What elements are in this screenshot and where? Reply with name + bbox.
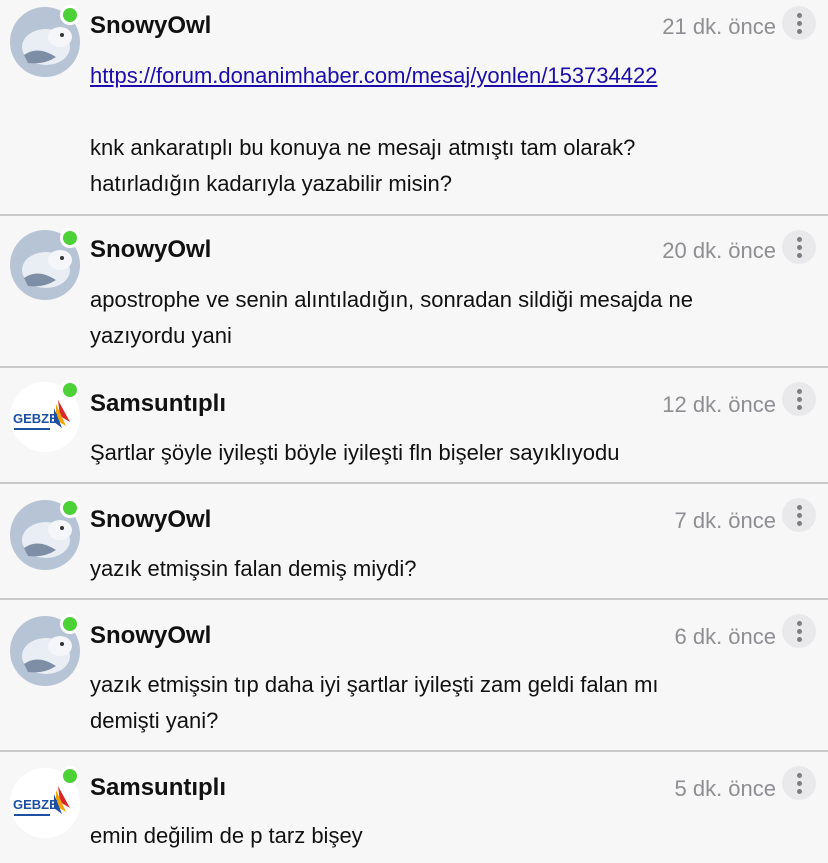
- post-item: SnowyOwl 20 dk. önce apostrophe ve senin…: [0, 216, 828, 368]
- post-content: Şartlar şöyle iyileşti böyle iyileşti fl…: [90, 435, 808, 471]
- user-avatar[interactable]: [10, 498, 80, 570]
- content-line: emin değilim de p tarz bişey: [90, 823, 363, 848]
- post-time: 7 dk. önce: [674, 508, 776, 533]
- content-line: yazıyordu yani: [90, 323, 232, 348]
- post-time: 21 dk. önce: [662, 14, 776, 39]
- username[interactable]: Samsuntıplı: [90, 390, 226, 418]
- username[interactable]: SnowyOwl: [90, 506, 211, 534]
- content-line: knk ankaratıplı bu konuya ne mesajı atmı…: [90, 135, 636, 160]
- post-time: 20 dk. önce: [662, 238, 776, 263]
- more-options-icon: [796, 772, 802, 778]
- post-content: https://forum.donanimhaber.com/mesaj/yon…: [90, 58, 808, 202]
- username[interactable]: SnowyOwl: [90, 12, 211, 40]
- post-item: SnowyOwl 6 dk. önce yazık etmişsin tıp d…: [0, 600, 828, 752]
- online-status-dot: [60, 498, 80, 518]
- content-line: Şartlar şöyle iyileşti böyle iyileşti fl…: [90, 440, 620, 465]
- post-time: 5 dk. önce: [674, 776, 776, 801]
- username[interactable]: SnowyOwl: [90, 236, 211, 264]
- more-options-icon: [796, 504, 802, 510]
- post-content: yazık etmişsin tıp daha iyi şartlar iyil…: [90, 667, 808, 739]
- online-status-dot: [60, 766, 80, 786]
- online-status-dot: [60, 614, 80, 634]
- more-options-icon: [796, 236, 802, 242]
- username[interactable]: SnowyOwl: [90, 622, 211, 650]
- online-status-dot: [60, 228, 80, 248]
- more-options-icon: [796, 388, 802, 394]
- post-time: 6 dk. önce: [674, 624, 776, 649]
- username[interactable]: Samsuntıplı: [90, 774, 226, 802]
- post-item: GEBZE Samsuntıplı 12 dk. önce Şartlar şö…: [0, 368, 828, 484]
- post-content: emin değilim de p tarz bişey: [90, 818, 808, 854]
- post-time: 12 dk. önce: [662, 392, 776, 417]
- content-line: apostrophe ve senin alıntıladığın, sonra…: [90, 287, 693, 312]
- gebze-logo-text: GEBZE: [13, 411, 58, 426]
- online-status-dot: [60, 380, 80, 400]
- post-content: yazık etmişsin falan demiş miydi?: [90, 551, 808, 587]
- post-link[interactable]: https://forum.donanimhaber.com/mesaj/yon…: [90, 63, 657, 88]
- more-options-button[interactable]: [782, 230, 816, 264]
- post-item: SnowyOwl 7 dk. önce yazık etmişsin falan…: [0, 484, 828, 600]
- content-line: yazık etmişsin tıp daha iyi şartlar iyil…: [90, 672, 659, 697]
- more-options-button[interactable]: [782, 6, 816, 40]
- content-line: yazık etmişsin falan demiş miydi?: [90, 556, 417, 581]
- more-options-button[interactable]: [782, 614, 816, 648]
- more-options-button[interactable]: [782, 766, 816, 800]
- more-options-icon: [796, 12, 802, 18]
- user-avatar[interactable]: GEBZE: [10, 766, 80, 838]
- user-avatar[interactable]: [10, 5, 80, 77]
- content-line: demişti yani?: [90, 708, 219, 733]
- user-avatar[interactable]: [10, 614, 80, 686]
- content-line: hatırladığın kadarıyla yazabilir misin?: [90, 171, 452, 196]
- gebze-logo-text: GEBZE: [13, 797, 58, 812]
- user-avatar[interactable]: [10, 228, 80, 300]
- more-options-button[interactable]: [782, 382, 816, 416]
- more-options-button[interactable]: [782, 498, 816, 532]
- post-item: GEBZE Samsuntıplı 5 dk. önce emin değili…: [0, 752, 828, 863]
- online-status-dot: [60, 5, 80, 25]
- post-content: apostrophe ve senin alıntıladığın, sonra…: [90, 282, 808, 354]
- post-item: SnowyOwl 21 dk. önce https://forum.donan…: [0, 0, 828, 216]
- user-avatar[interactable]: GEBZE: [10, 380, 80, 452]
- more-options-icon: [796, 620, 802, 626]
